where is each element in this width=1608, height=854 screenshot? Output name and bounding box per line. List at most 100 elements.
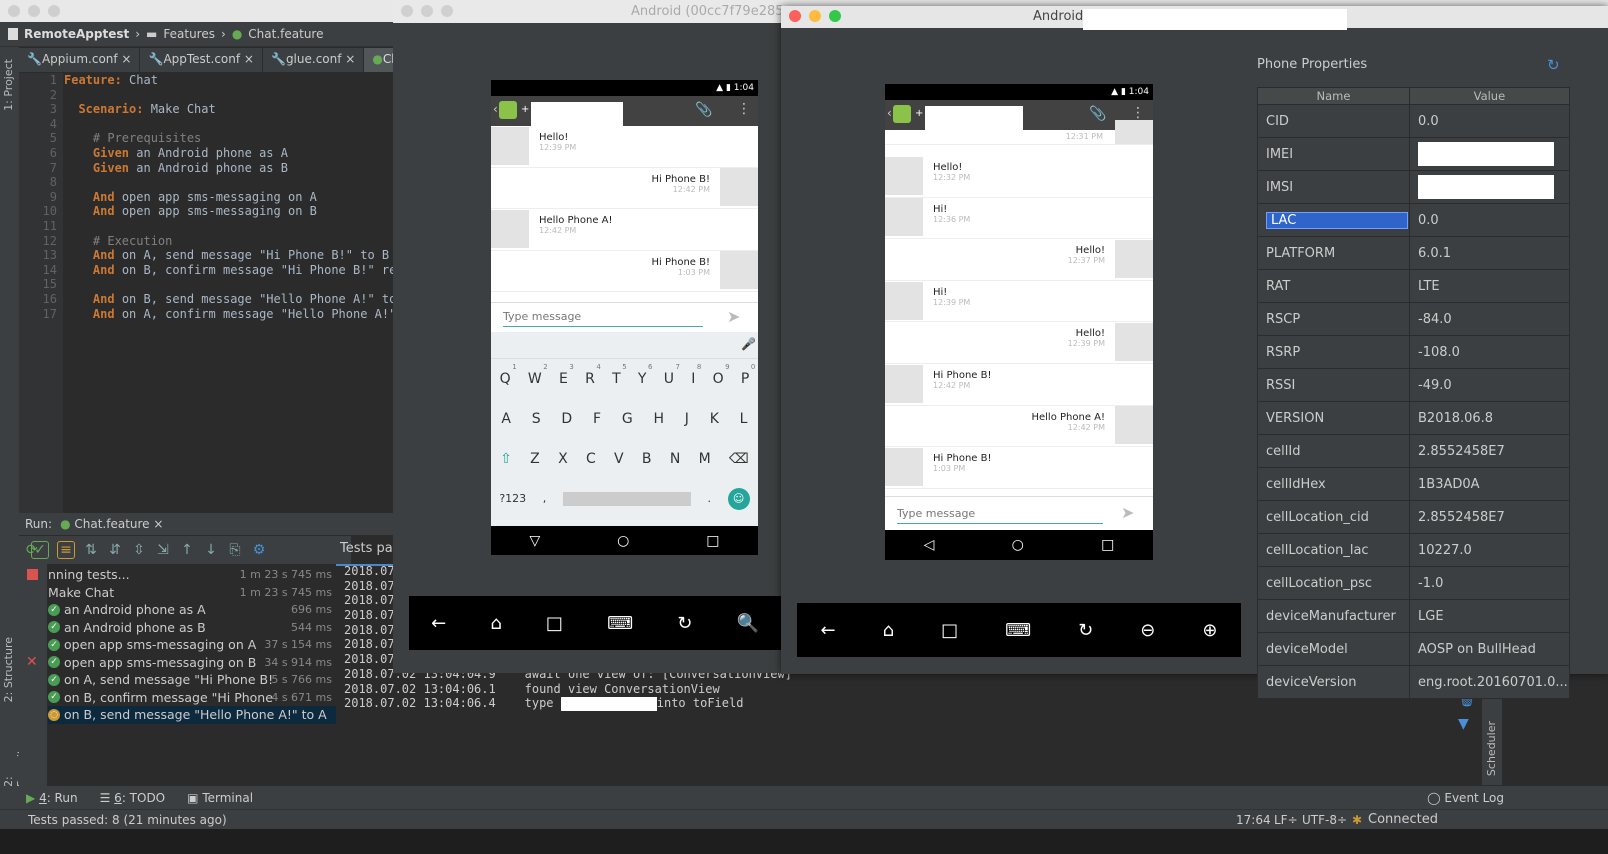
next-test-icon[interactable]: ↓	[203, 542, 219, 558]
refresh-properties-icon[interactable]: ↻	[1547, 56, 1560, 74]
test-tree-row[interactable]: ✓ an Android phone as B 544 ms	[48, 619, 336, 637]
test-tree-row[interactable]: nning tests... 1 m 23 s 745 ms	[48, 566, 336, 584]
test-tree-row[interactable]: ✓ an Android phone as A 696 ms	[48, 601, 336, 619]
zoom-in-icon[interactable]: ⊕	[1202, 620, 1217, 641]
minimize-window-button[interactable]	[28, 5, 40, 17]
terminal-tool-tab[interactable]: ▣ Terminal	[187, 791, 253, 805]
emoji-key-icon[interactable]: ☺	[727, 488, 750, 510]
paperclip-icon[interactable]: 📎	[695, 102, 712, 118]
settings-gear-icon[interactable]: ⚙	[251, 542, 267, 558]
zoom-out-icon[interactable]: ⊖	[1140, 620, 1155, 641]
nav-recents-icon[interactable]: □	[706, 533, 719, 549]
home-icon[interactable]: ⌂	[490, 613, 501, 634]
connection-status[interactable]: Connected	[1368, 810, 1438, 830]
property-row[interactable]: cellLocation_psc -1.0	[1257, 566, 1570, 600]
property-row[interactable]: IMEI	[1257, 137, 1570, 171]
test-tree-row[interactable]: Make Chat 1 m 23 s 745 ms	[48, 584, 336, 602]
refresh-icon[interactable]: ↻	[1078, 620, 1093, 641]
property-row[interactable]: RSSI -49.0	[1257, 368, 1570, 402]
key-d[interactable]: D	[561, 399, 572, 439]
period-key[interactable]: .	[708, 479, 712, 519]
stop-icon[interactable]	[27, 569, 38, 580]
code-line[interactable]: And open app sms-messaging on B	[64, 204, 404, 219]
project-tool-tab[interactable]: 1: Project	[2, 59, 15, 111]
minimize-window-button[interactable]	[809, 10, 821, 22]
property-row[interactable]: RSRP -108.0	[1257, 335, 1570, 369]
key-u[interactable]: U7	[664, 359, 680, 399]
code-line[interactable]	[64, 88, 404, 103]
filter-icon[interactable]: ▼	[1458, 716, 1469, 732]
rerun-icon[interactable]: ⟳	[26, 542, 38, 558]
zoom-window-button[interactable]	[48, 5, 60, 17]
home-icon[interactable]: ⌂	[883, 620, 894, 641]
key-g[interactable]: G	[622, 399, 633, 439]
key-j[interactable]: J	[685, 399, 689, 439]
property-row[interactable]: cellLocation_cid 2.8552458E7	[1257, 500, 1570, 534]
property-row[interactable]: VERSION B2018.06.8	[1257, 401, 1570, 435]
key-e[interactable]: E3	[559, 359, 574, 399]
key-n[interactable]: N	[670, 439, 680, 479]
property-row[interactable]: deviceModel AOSP on BullHead	[1257, 632, 1570, 666]
overflow-menu-icon[interactable]: ⋮	[737, 101, 751, 117]
code-line[interactable]: Feature: Chat	[64, 73, 404, 88]
code-line[interactable]	[64, 277, 404, 292]
key-z[interactable]: Z	[530, 439, 540, 479]
name-column-header[interactable]: Name	[1257, 87, 1410, 105]
breadcrumb-project[interactable]: RemoteApptest	[24, 27, 129, 41]
property-row[interactable]: RSCP -84.0	[1257, 302, 1570, 336]
todo-tool-tab[interactable]: ☰ 6: TODO	[100, 791, 166, 805]
recents-square-icon[interactable]: □	[941, 620, 958, 641]
test-tree-row[interactable]: ◌ on B, send message "Hello Phone A!" to …	[48, 706, 336, 724]
property-row[interactable]: PLATFORM 6.0.1	[1257, 236, 1570, 270]
overflow-menu-icon[interactable]: ⋮	[1131, 105, 1145, 121]
code-line[interactable]: # Prerequisites	[64, 131, 404, 146]
keyboard-icon[interactable]: ⌨	[607, 613, 633, 634]
key-i[interactable]: I8	[691, 359, 701, 399]
paperclip-icon[interactable]: 📎	[1089, 106, 1106, 122]
close-x-icon[interactable]: ✕	[26, 654, 38, 670]
key-w[interactable]: W2	[528, 359, 548, 399]
code-line[interactable]	[64, 219, 404, 234]
keyboard-icon[interactable]: ⌨	[1005, 620, 1031, 641]
space-key[interactable]	[562, 492, 691, 506]
back-chevron-icon[interactable]: ‹	[887, 106, 892, 120]
refresh-icon[interactable]: ↻	[677, 613, 692, 634]
symbols-key[interactable]: ?123	[499, 479, 526, 519]
key-a[interactable]: A	[501, 399, 511, 439]
key-r[interactable]: R4	[585, 359, 601, 399]
close-window-button[interactable]	[789, 10, 801, 22]
value-column-header[interactable]: Value	[1409, 87, 1570, 105]
zoom-out-icon[interactable]: 🔍	[736, 613, 758, 634]
recents-square-icon[interactable]: □	[546, 613, 563, 634]
key-k[interactable]: K	[710, 399, 719, 439]
nav-back-icon[interactable]: ▽	[529, 533, 540, 549]
test-tree-row[interactable]: ✓ open app sms-messaging on A 37 s 154 ms	[48, 636, 336, 654]
close-window-button[interactable]	[8, 5, 20, 17]
code-line[interactable]	[64, 117, 404, 132]
code-line[interactable]: And on A, send message "Hi Phone B!" to …	[64, 248, 404, 263]
code-editor[interactable]: Feature: Chat Scenario: Make Chat # Prer…	[64, 73, 404, 513]
cursor-position[interactable]: 17:64	[1236, 810, 1271, 830]
tab-appium-conf[interactable]: 🔧Appium.conf ×	[19, 48, 141, 72]
encoding[interactable]: UTF-8÷	[1302, 810, 1347, 830]
back-chevron-icon[interactable]: ‹	[493, 102, 498, 116]
property-row[interactable]: cellId 2.8552458E7	[1257, 434, 1570, 468]
property-row[interactable]: deviceVersion eng.root.20160701.0...	[1257, 665, 1570, 699]
close-window-button[interactable]	[401, 5, 413, 17]
code-line[interactable]	[64, 175, 404, 190]
expand-all-icon[interactable]: ⇳	[131, 542, 147, 558]
key-o[interactable]: O9	[713, 359, 730, 399]
structure-tool-tab[interactable]: 2: Structure	[2, 637, 15, 702]
key-p[interactable]: P0	[741, 359, 755, 399]
backspace-key-icon[interactable]: ⌫	[729, 439, 749, 479]
code-line[interactable]: And on B, send message "Hello Phone A!" …	[64, 292, 404, 307]
code-line[interactable]: Given an Android phone as B	[64, 161, 404, 176]
send-icon[interactable]: ➤	[1121, 503, 1134, 522]
tab-glue-conf[interactable]: 🔧glue.conf ×	[263, 48, 365, 72]
show-ignored-toggle[interactable]: ≡	[57, 541, 75, 559]
property-row[interactable]: deviceManufacturer LGE	[1257, 599, 1570, 633]
test-tree-row[interactable]: ✓ open app sms-messaging on B 34 s 914 ms	[48, 654, 336, 672]
code-line[interactable]: And open app sms-messaging on A	[64, 190, 404, 205]
line-separator[interactable]: LF÷	[1274, 810, 1298, 830]
comma-key[interactable]: ,	[543, 479, 547, 519]
